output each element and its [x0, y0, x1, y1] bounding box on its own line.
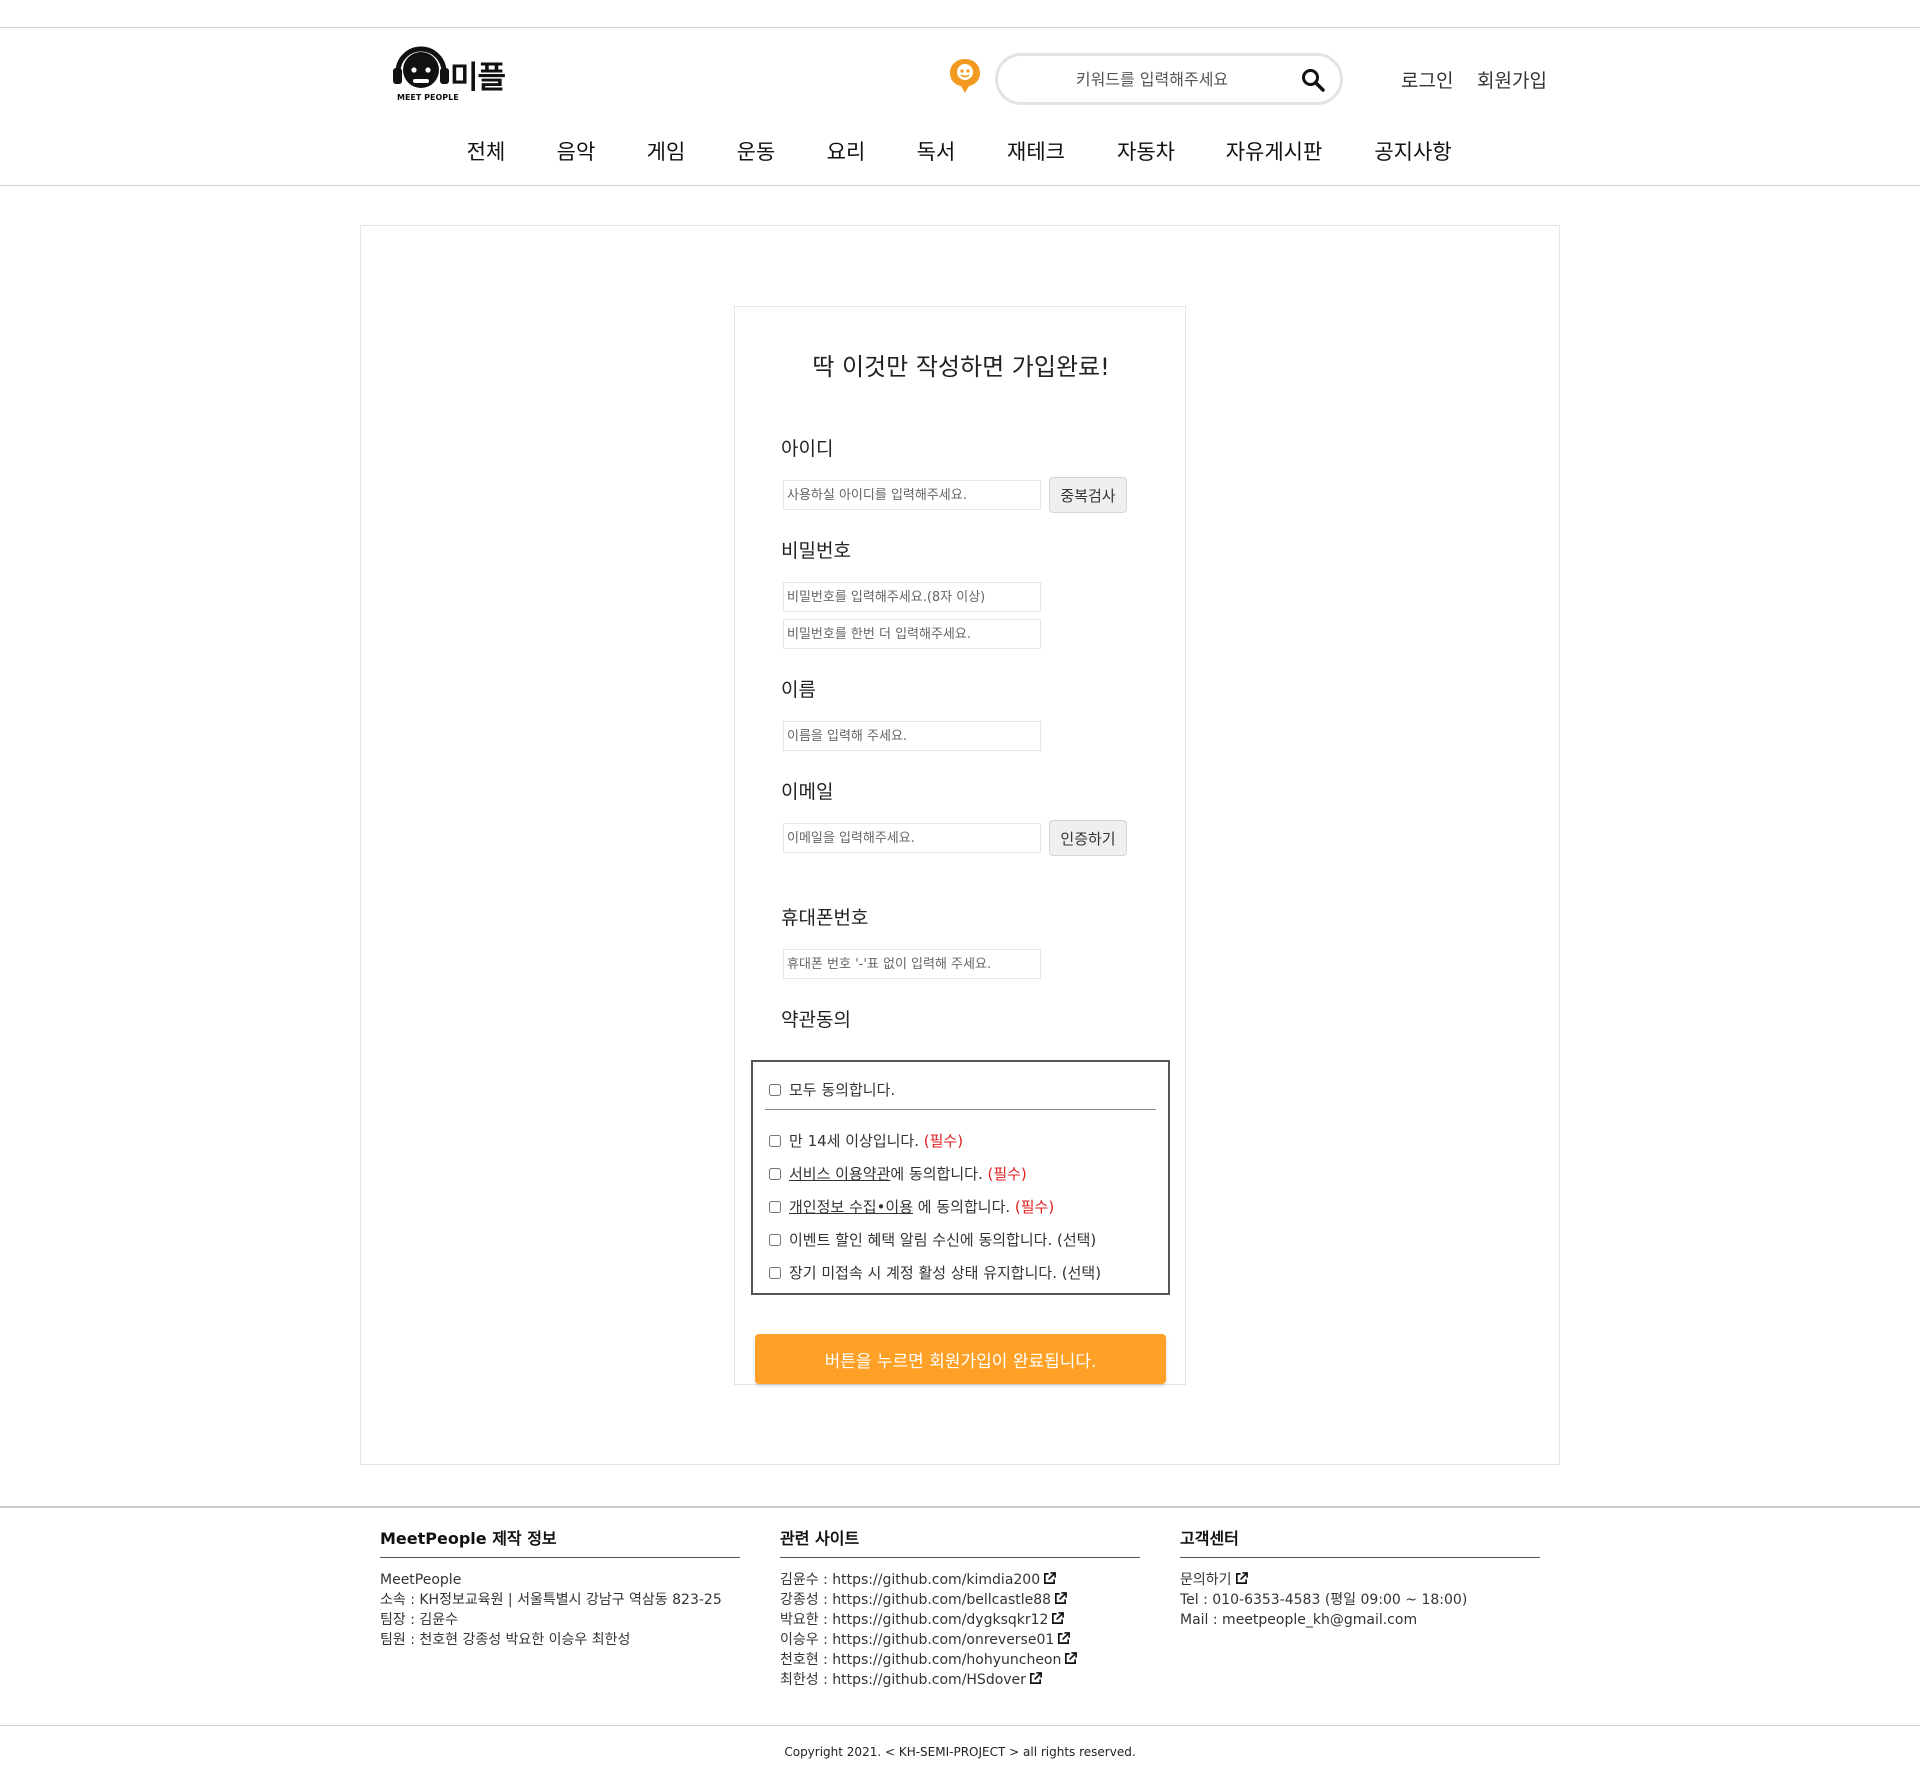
term-service-row[interactable]: 서비스 이용약관에 동의합니다. (필수) — [769, 1163, 1027, 1184]
password-label: 비밀번호 — [781, 540, 851, 562]
footer-phone: Tel : 010-6353-4583 (평일 09:00 ~ 18:00) — [1180, 1592, 1468, 1608]
login-link[interactable]: 로그인 — [1401, 66, 1453, 93]
external-link-icon — [1058, 1632, 1071, 1644]
search-icon[interactable] — [1300, 67, 1326, 93]
external-link-icon — [1065, 1652, 1078, 1664]
nav-item-car[interactable]: 자동차 — [1117, 136, 1175, 166]
phone-input[interactable] — [783, 949, 1041, 979]
footer-credits: MeetPeople 제작 정보 MeetPeople 소속 : KH정보교육원… — [380, 1525, 740, 1650]
agree-all-row[interactable]: 모두 동의합니다. — [769, 1079, 895, 1100]
github-link[interactable]: 김윤수 : https://github.com/kimdia200 — [780, 1570, 1140, 1590]
copyright-text: Copyright 2021. < KH-SEMI-PROJECT > all … — [784, 1745, 1136, 1759]
footer-credits-line: 소속 : KH정보교육원 | 서울특별시 강남구 역삼동 823-25 — [380, 1592, 722, 1608]
term-service-checkbox[interactable] — [769, 1168, 781, 1180]
nav-item-notice[interactable]: 공지사항 — [1374, 136, 1451, 166]
header-divider — [0, 185, 1920, 186]
nav-item-all[interactable]: 전체 — [467, 136, 506, 166]
headphone-face-icon — [393, 46, 449, 88]
nav-item-finance[interactable]: 재테크 — [1007, 136, 1065, 166]
agree-all-checkbox[interactable] — [769, 1084, 781, 1096]
chat-bubble-icon[interactable] — [948, 57, 982, 95]
email-label: 이메일 — [781, 781, 834, 803]
term-privacy-checkbox[interactable] — [769, 1201, 781, 1213]
top-divider — [0, 27, 1920, 28]
nav-item-free-board[interactable]: 자유게시판 — [1226, 136, 1323, 166]
email-verify-button[interactable]: 인증하기 — [1049, 820, 1127, 856]
footer-related-sites: 관련 사이트 김윤수 : https://github.com/kimdia20… — [780, 1525, 1140, 1690]
signup-link[interactable]: 회원가입 — [1477, 66, 1547, 93]
term-dormant-checkbox[interactable] — [769, 1267, 781, 1279]
privacy-terms-link[interactable]: 개인정보 수집•이용 — [789, 1198, 913, 1216]
github-link[interactable]: 강종성 : https://github.com/bellcastle88 — [780, 1590, 1140, 1610]
logo-subtext: MEET PEOPLE — [397, 93, 459, 102]
footer-related-title: 관련 사이트 — [780, 1529, 860, 1548]
terms-agreement-box: 모두 동의합니다. 만 14세 이상입니다. (필수) 서비스 이용약관에 동의… — [751, 1060, 1170, 1295]
logo-text: 미플 — [450, 60, 506, 96]
external-link-icon — [1235, 1572, 1248, 1584]
name-label: 이름 — [781, 679, 816, 701]
github-link[interactable]: 박요한 : https://github.com/dygksqkr12 — [780, 1610, 1140, 1630]
external-link-icon — [1029, 1672, 1042, 1684]
nav-item-reading[interactable]: 독서 — [917, 136, 956, 166]
footer-credits-title: MeetPeople 제작 정보 — [380, 1529, 557, 1548]
name-input[interactable] — [783, 721, 1041, 751]
term-dormant-row[interactable]: 장기 미접속 시 계정 활성 상태 유지합니다. (선택) — [769, 1262, 1101, 1283]
form-title: 딱 이것만 작성하면 가입완료! — [812, 353, 1110, 381]
footer-bottom-divider — [0, 1725, 1920, 1726]
footer-customer-center: 고객센터 문의하기 Tel : 010-6353-4583 (평일 09:00 … — [1180, 1525, 1540, 1630]
phone-label: 휴대폰번호 — [781, 907, 869, 929]
term-age-checkbox[interactable] — [769, 1135, 781, 1147]
site-logo[interactable]: 미플 MEET PEOPLE — [392, 46, 522, 104]
password-input[interactable] — [783, 582, 1041, 612]
github-link[interactable]: 이승우 : https://github.com/onreverse01 — [780, 1630, 1140, 1650]
term-privacy-row[interactable]: 개인정보 수집•이용 에 동의합니다. (필수) — [769, 1196, 1054, 1217]
github-link[interactable]: 천호현 : https://github.com/hohyuncheon — [780, 1650, 1140, 1670]
footer-divider — [0, 1506, 1920, 1508]
search-input[interactable] — [1018, 64, 1286, 94]
external-link-icon — [1052, 1612, 1065, 1624]
email-input[interactable] — [783, 823, 1041, 853]
footer-credits-line: 팀장 : 김윤수 — [380, 1612, 459, 1628]
footer-credits-line: 팀원 : 천호현 강종성 박요한 이승우 최한성 — [380, 1632, 631, 1648]
term-age-row[interactable]: 만 14세 이상입니다. (필수) — [769, 1130, 963, 1151]
search-bar — [995, 53, 1343, 105]
footer-credits-line: MeetPeople — [380, 1572, 462, 1588]
category-nav: 전체 음악 게임 운동 요리 독서 재테크 자동차 자유게시판 공지사항 — [0, 136, 1920, 166]
signup-submit-button[interactable]: 버튼을 누르면 회원가입이 완료됩니다. — [755, 1334, 1166, 1384]
footer-customer-title: 고객센터 — [1180, 1529, 1239, 1548]
service-terms-link[interactable]: 서비스 이용약관 — [789, 1165, 890, 1183]
id-input[interactable] — [783, 480, 1041, 510]
nav-item-game[interactable]: 게임 — [647, 136, 686, 166]
term-event-checkbox[interactable] — [769, 1234, 781, 1246]
nav-item-sports[interactable]: 운동 — [737, 136, 776, 166]
signup-form: 딱 이것만 작성하면 가입완료! 아이디 중복검사 비밀번호 이름 이메일 인증… — [734, 306, 1186, 1385]
external-link-icon — [1055, 1592, 1067, 1604]
nav-item-music[interactable]: 음악 — [557, 136, 596, 166]
terms-divider — [765, 1109, 1156, 1110]
footer-email: Mail : meetpeople_kh@gmail.com — [1180, 1612, 1418, 1628]
inquiry-link[interactable]: 문의하기 — [1180, 1570, 1540, 1590]
terms-label: 약관동의 — [781, 1009, 851, 1031]
term-event-row[interactable]: 이벤트 할인 혜택 알림 수신에 동의합니다. (선택) — [769, 1229, 1096, 1250]
password-confirm-input[interactable] — [783, 619, 1041, 649]
external-link-icon — [1044, 1572, 1057, 1584]
github-link[interactable]: 최한성 : https://github.com/HSdover — [780, 1670, 1140, 1690]
nav-item-cooking[interactable]: 요리 — [827, 136, 866, 166]
id-label: 아이디 — [781, 438, 834, 460]
duplicate-check-button[interactable]: 중복검사 — [1049, 477, 1127, 513]
